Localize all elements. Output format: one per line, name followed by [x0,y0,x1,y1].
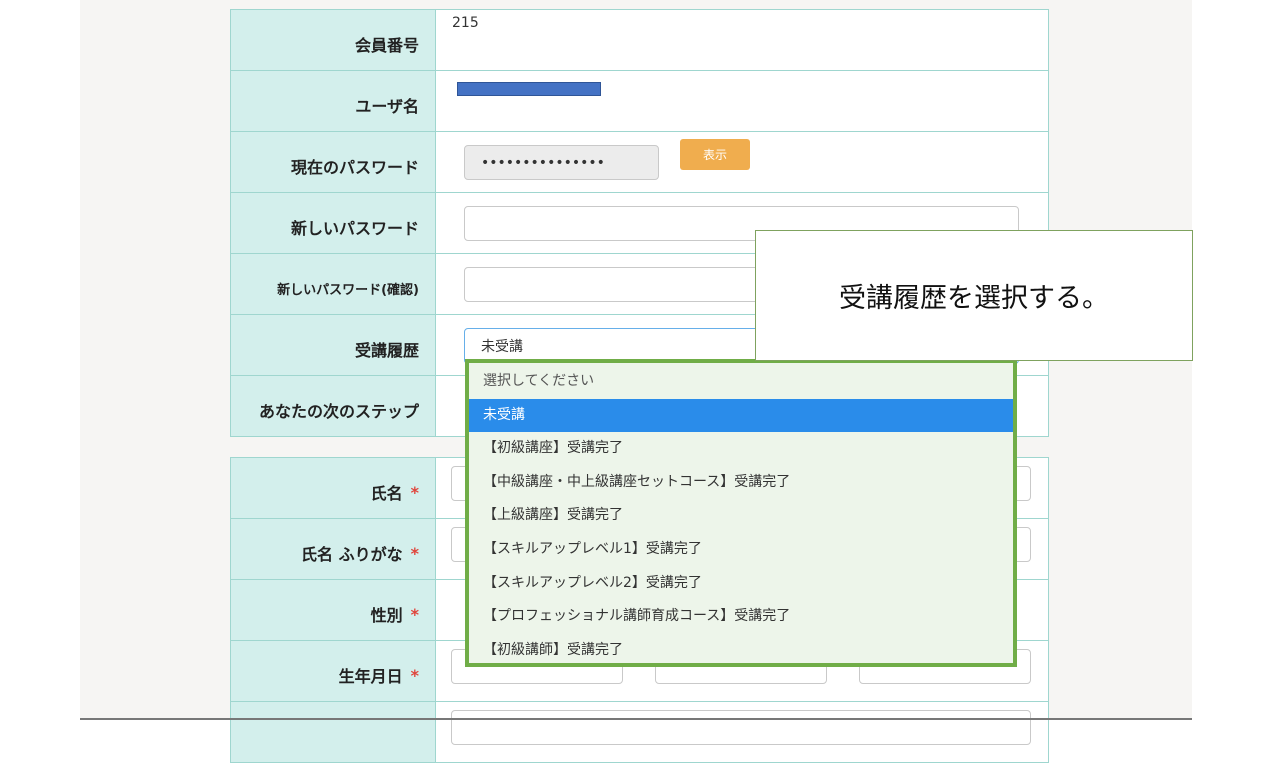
next-field-row [231,702,1048,763]
dropdown-option[interactable]: 【スキルアップレベル2】受講完了 [469,567,1013,601]
gender-label: 性別 * [231,580,436,640]
required-mark: * [410,482,419,502]
member-number-label: 会員番号 [231,10,436,70]
next-step-label: あなたの次のステップ [231,376,436,436]
username-label: ユーザ名 [231,71,436,131]
member-number-value: 215 [452,15,479,31]
dropdown-option[interactable]: 未受講 [469,398,1013,433]
new-password-confirm-label: 新しいパスワード(確認) [231,254,436,314]
next-field-select[interactable] [451,710,1031,745]
course-history-label: 受講履歴 [231,315,436,375]
dropdown-option[interactable]: 【中級講座・中上級講座セットコース】受講完了 [469,466,1013,500]
dropdown-option[interactable]: 【スキルアップレベル1】受講完了 [469,533,1013,567]
instruction-callout: 受講履歴を選択する。 [755,230,1193,361]
required-mark: * [410,665,419,685]
required-mark: * [410,604,419,624]
current-password-label: 現在のパスワード [231,132,436,192]
member-number-row: 会員番号 215 [231,10,1048,71]
current-password-field[interactable]: ••••••••••••••• [464,145,659,180]
new-password-label: 新しいパスワード [231,193,436,253]
dropdown-option-placeholder[interactable]: 選択してください [469,365,1013,399]
username-redaction [457,82,601,96]
course-history-dropdown: 選択してください 未受講 【初級講座】受講完了 【中級講座・中上級講座セットコー… [465,359,1017,667]
dropdown-option[interactable]: 【初級講座】受講完了 [469,432,1013,466]
required-mark: * [410,543,419,563]
dropdown-option[interactable]: 【初級講師】受講完了 [469,634,1013,668]
current-password-row: 現在のパスワード ••••••••••••••• 表示 [231,132,1048,193]
name-label: 氏名 * [231,458,436,518]
username-row: ユーザ名 [231,71,1048,132]
callout-text: 受講履歴を選択する。 [839,283,1109,314]
show-password-button[interactable]: 表示 [680,139,750,170]
birthdate-label: 生年月日 * [231,641,436,701]
dropdown-option[interactable]: 【プロフェッショナル講師育成コース】受講完了 [469,600,1013,634]
dropdown-option[interactable]: 【上級講座】受講完了 [469,499,1013,533]
name-kana-label: 氏名 ふりがな * [231,519,436,579]
